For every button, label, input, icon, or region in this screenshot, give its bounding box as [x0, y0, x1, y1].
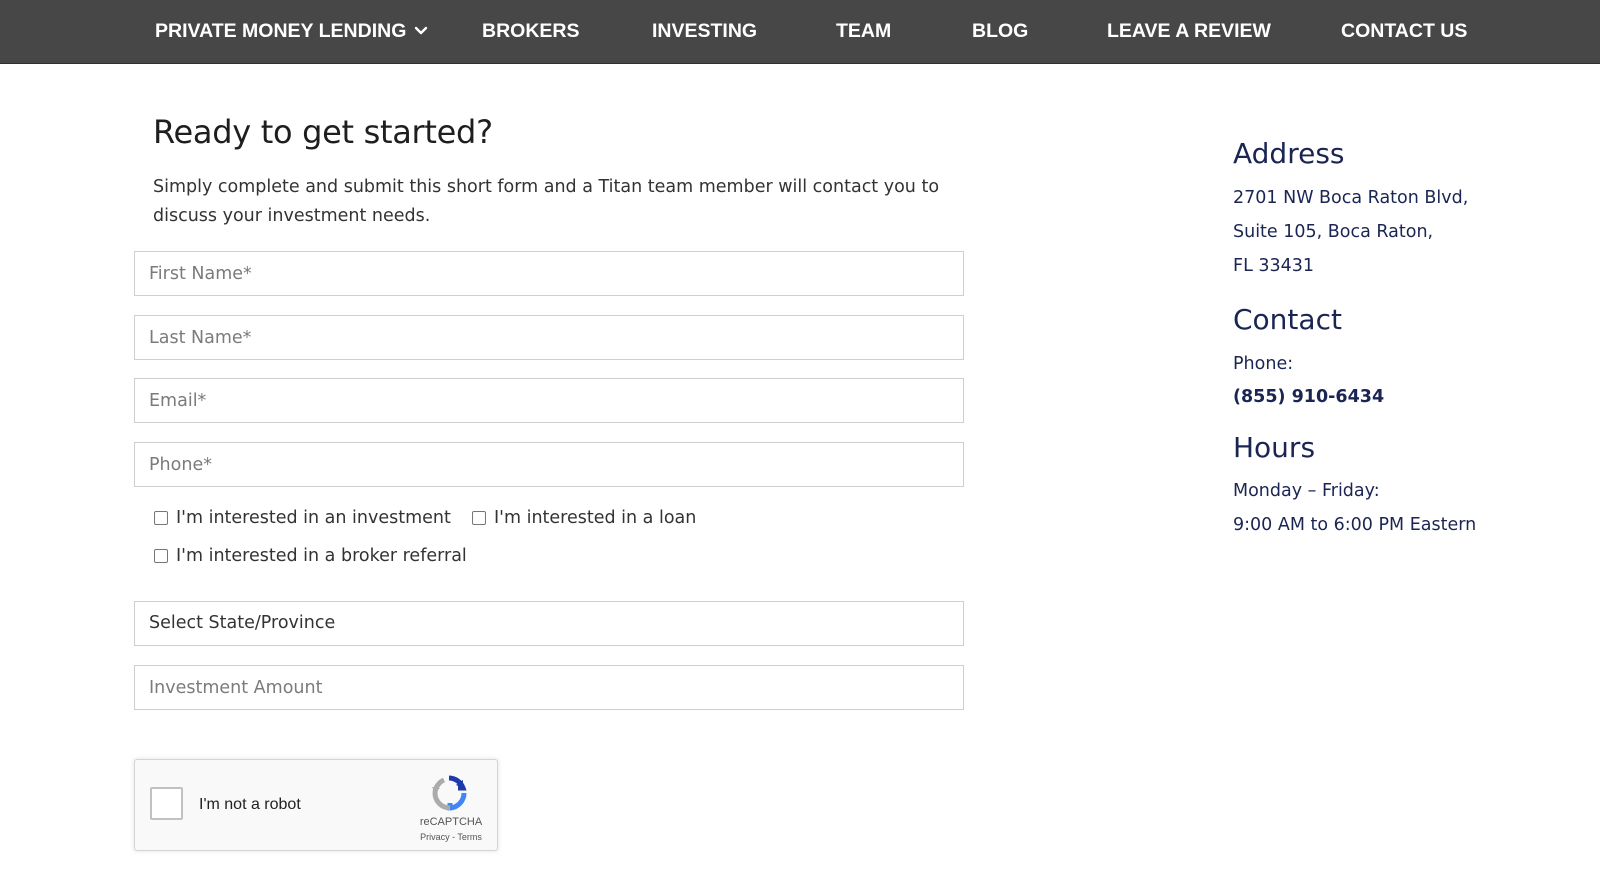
state-province-select[interactable]: Select State/Province	[134, 601, 964, 646]
form-intro-text: Simply complete and submit this short fo…	[153, 177, 940, 226]
investment-interest-label: I'm interested in an investment	[176, 508, 451, 528]
phone-input[interactable]	[134, 442, 964, 487]
nav-item-blog[interactable]: BLOG	[972, 0, 1028, 64]
loan-interest-checkbox[interactable]	[472, 511, 486, 525]
last-name-input[interactable]	[134, 315, 964, 360]
top-navigation: PRIVATE MONEY LENDING BROKERS INVESTING …	[0, 0, 1600, 64]
recaptcha-brand: reCAPTCHA	[419, 816, 483, 828]
investment-interest-checkbox[interactable]	[154, 511, 168, 525]
hours-heading: Hours	[1233, 431, 1316, 464]
phone-number-link[interactable]: (855) 910-6434	[1233, 387, 1384, 407]
nav-item-label: PRIVATE MONEY LENDING	[155, 20, 407, 42]
recaptcha-logo-icon	[430, 774, 468, 812]
investment-amount-input[interactable]	[134, 665, 964, 710]
investment-interest-checkbox-row[interactable]: I'm interested in an investment	[154, 508, 451, 528]
broker-referral-checkbox[interactable]	[154, 549, 168, 563]
loan-interest-label: I'm interested in a loan	[494, 508, 697, 528]
nav-item-investing[interactable]: INVESTING	[652, 0, 757, 64]
recaptcha-terms-link[interactable]: Privacy - Terms	[411, 832, 491, 842]
recaptcha-widget: I'm not a robot reCAPTCHA Privacy - Term…	[134, 759, 498, 851]
hours-time: 9:00 AM to 6:00 PM Eastern	[1233, 515, 1477, 535]
chevron-down-icon	[414, 0, 428, 61]
contact-heading: Contact	[1233, 303, 1342, 336]
phone-label: Phone:	[1233, 354, 1294, 374]
email-input[interactable]	[134, 378, 964, 423]
address-line-3: FL 33431	[1233, 256, 1315, 276]
first-name-input[interactable]	[134, 251, 964, 296]
broker-referral-label: I'm interested in a broker referral	[176, 546, 467, 566]
address-line-2: Suite 105, Boca Raton,	[1233, 222, 1434, 242]
address-heading: Address	[1233, 137, 1345, 170]
nav-item-team[interactable]: TEAM	[836, 0, 891, 64]
broker-referral-checkbox-row[interactable]: I'm interested in a broker referral	[154, 546, 467, 566]
loan-interest-checkbox-row[interactable]: I'm interested in a loan	[472, 508, 696, 528]
nav-item-leave-a-review[interactable]: LEAVE A REVIEW	[1107, 0, 1271, 64]
address-line-1: 2701 NW Boca Raton Blvd,	[1233, 188, 1469, 208]
recaptcha-checkbox[interactable]	[150, 787, 183, 820]
nav-item-contact-us[interactable]: CONTACT US	[1341, 0, 1467, 64]
nav-item-private-money-lending[interactable]: PRIVATE MONEY LENDING	[155, 0, 428, 64]
hours-days: Monday – Friday:	[1233, 481, 1380, 501]
recaptcha-label: I'm not a robot	[199, 796, 301, 813]
form-title: Ready to get started?	[153, 113, 493, 151]
nav-item-brokers[interactable]: BROKERS	[482, 0, 580, 64]
